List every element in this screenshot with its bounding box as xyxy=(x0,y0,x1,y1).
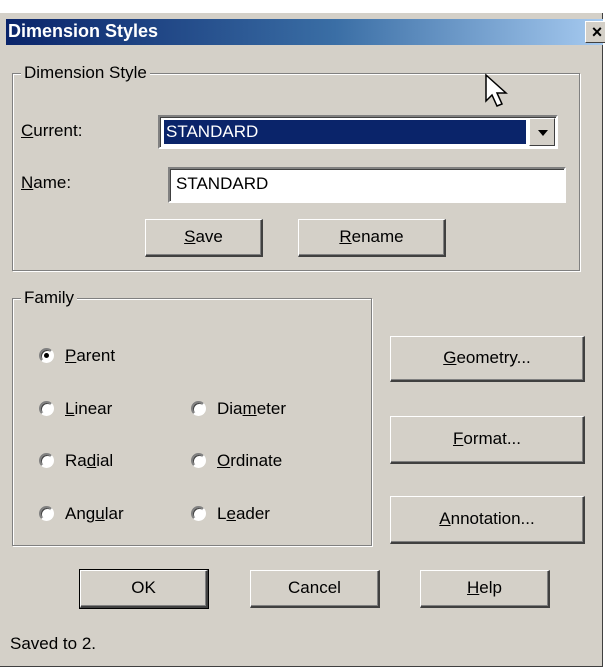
close-button[interactable]: × xyxy=(585,21,605,43)
geometry-button[interactable]: Geometry... xyxy=(390,336,585,382)
radio-linear-label: Linear xyxy=(65,399,113,418)
rename-button[interactable]: Rename xyxy=(298,219,446,257)
radio-diameter-label: Diameter xyxy=(217,399,286,418)
radio-angular-button[interactable] xyxy=(39,506,54,521)
name-label: Name: xyxy=(21,173,72,192)
name-field[interactable]: STANDARD xyxy=(168,167,566,203)
name-field-value: STANDARD xyxy=(176,174,269,193)
radio-diameter-button[interactable] xyxy=(191,401,206,416)
annotation-button[interactable]: Annotation... xyxy=(390,496,585,544)
window-title: Dimension Styles xyxy=(8,21,159,41)
current-style-combobox[interactable]: STANDARD xyxy=(158,115,558,149)
ok-button[interactable]: OK xyxy=(79,569,209,609)
title-bar[interactable]: Dimension Styles × xyxy=(6,19,605,45)
save-button[interactable]: Save xyxy=(145,219,263,257)
format-button[interactable]: Format... xyxy=(390,416,585,464)
status-text: Saved to 2. xyxy=(10,634,97,653)
radio-radial-label: Radial xyxy=(65,451,114,470)
cancel-button[interactable]: Cancel xyxy=(250,570,380,608)
chevron-down-icon[interactable] xyxy=(529,118,555,146)
radio-angular-label: Angular xyxy=(65,504,124,523)
mouse-cursor-icon xyxy=(485,73,508,107)
current-style-value: STANDARD xyxy=(163,119,527,145)
close-icon: × xyxy=(591,22,603,42)
radio-radial-button[interactable] xyxy=(39,453,54,468)
radio-ordinate-button[interactable] xyxy=(191,453,206,468)
family-legend: Family xyxy=(21,288,78,308)
dimension-styles-dialog: Dimension Styles × Dimension Style Curre… xyxy=(0,13,605,667)
dimension-style-legend: Dimension Style xyxy=(21,63,150,83)
radio-leader-label: Leader xyxy=(217,504,270,523)
radio-parent-button[interactable] xyxy=(39,348,54,363)
radio-linear-button[interactable] xyxy=(39,401,54,416)
help-button[interactable]: Help xyxy=(420,570,550,608)
family-group: Family Parent Linear Diameter Radial Ord… xyxy=(12,288,372,546)
current-label: Current: xyxy=(21,121,83,140)
radio-ordinate-label: Ordinate xyxy=(217,451,283,470)
radio-parent-label: Parent xyxy=(65,346,116,365)
radio-leader-button[interactable] xyxy=(191,506,206,521)
